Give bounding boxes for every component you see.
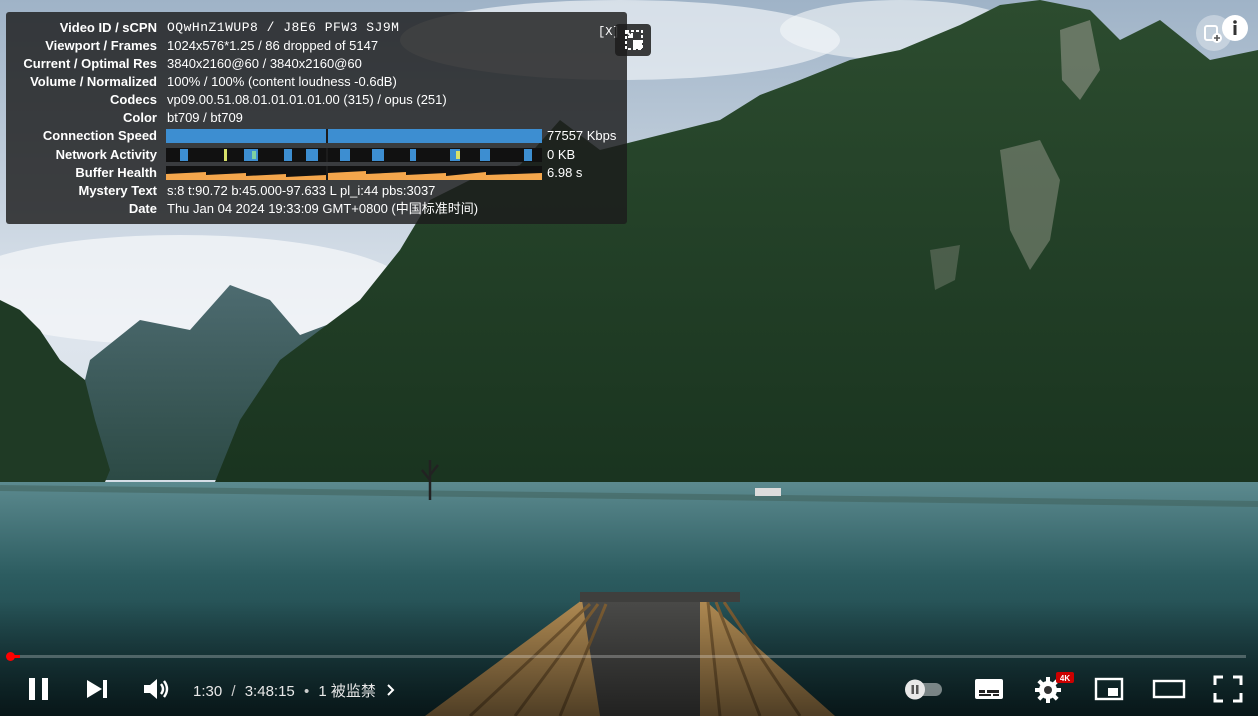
stats-value: OQwHnZ1WUP8 / J8E6 PFW3 SJ9M <box>167 20 400 35</box>
exit-fullscreen-stats-button[interactable] <box>615 24 651 56</box>
stats-label: Network Activity <box>55 147 157 162</box>
stats-row-color: Color bt709 / bt709 <box>6 109 627 127</box>
duration: 3:48:15 <box>244 683 295 700</box>
theater-mode-icon <box>1152 679 1186 699</box>
time-separator: / <box>231 683 236 700</box>
subtitles-button[interactable] <box>970 672 1008 706</box>
stats-label: Date <box>128 201 157 216</box>
mute-button[interactable] <box>138 672 172 706</box>
video-player[interactable]: [X] Video ID / sCPN OQwHnZ1WUP8 / J8E6 P… <box>0 0 1258 716</box>
fullscreen-button[interactable] <box>1210 672 1246 706</box>
settings-button[interactable]: 4K <box>1030 672 1074 706</box>
stats-value: 100% / 100% (content loudness -0.6dB) <box>167 74 397 89</box>
stats-row-video-id: Video ID / sCPN OQwHnZ1WUP8 / J8E6 PFW3 … <box>6 19 627 37</box>
stats-label: Color <box>123 110 157 125</box>
stats-row-mystery-text: Mystery Text s:8 t:90.72 b:45.000-97.633… <box>6 182 627 200</box>
chevron-right-icon[interactable] <box>386 683 396 697</box>
stats-label: Viewport / Frames <box>45 38 157 53</box>
stats-label: Mystery Text <box>78 183 157 198</box>
pause-icon <box>29 678 48 700</box>
chapter-title[interactable]: 1 被监禁 <box>318 683 376 700</box>
buffer-health-value: 6.98 s <box>547 165 583 180</box>
next-button[interactable] <box>80 672 114 706</box>
stats-row-resolution: Current / Optimal Res 3840x2160@60 / 384… <box>6 55 627 73</box>
chapter-bullet: • <box>303 683 310 700</box>
buffer-health-graph <box>166 166 542 180</box>
volume-icon <box>144 679 169 699</box>
info-icon[interactable] <box>1222 15 1248 41</box>
progress-bar[interactable] <box>12 655 1246 658</box>
stats-row-volume: Volume / Normalized 100% / 100% (content… <box>6 73 627 91</box>
stats-value: 1024x576*1.25 / 86 dropped of 5147 <box>167 38 379 53</box>
stats-row-codecs: Codecs vp09.00.51.08.01.01.01.01.00 (315… <box>6 91 627 109</box>
subtitles-icon <box>975 679 1003 699</box>
stats-row-network-activity: Network Activity 0 KB <box>6 146 627 164</box>
collapse-icon <box>625 30 643 50</box>
stats-label: Video ID / sCPN <box>59 20 157 35</box>
connection-speed-graph <box>166 129 542 143</box>
miniplayer-button[interactable] <box>1092 672 1126 706</box>
stats-row-viewport: Viewport / Frames 1024x576*1.25 / 86 dro… <box>6 37 627 55</box>
pause-button[interactable] <box>22 672 56 706</box>
autoplay-toggle-icon <box>905 679 942 700</box>
stats-label: Connection Speed <box>42 128 157 143</box>
connection-speed-value: 77557 Kbps <box>547 128 617 143</box>
stats-row-date: Date Thu Jan 04 2024 19:33:09 GMT+0800 (… <box>6 200 627 218</box>
stats-label: Buffer Health <box>75 165 157 180</box>
network-activity-graph <box>166 148 542 162</box>
miniplayer-icon <box>1094 677 1124 701</box>
autoplay-toggle[interactable] <box>900 672 948 706</box>
fullscreen-icon <box>1213 675 1243 703</box>
stats-label: Current / Optimal Res <box>23 56 157 71</box>
stats-value: bt709 / bt709 <box>167 110 243 125</box>
top-right-overlay <box>1195 14 1251 52</box>
stats-value: s:8 t:90.72 b:45.000-97.633 L pl_i:44 pb… <box>167 183 436 198</box>
scrubber-handle[interactable] <box>6 652 15 661</box>
stats-for-nerds-panel: [X] Video ID / sCPN OQwHnZ1WUP8 / J8E6 P… <box>6 12 627 224</box>
stats-label: Codecs <box>110 92 157 107</box>
stats-label: Volume / Normalized <box>30 74 157 89</box>
time-display: 1:30 / 3:48:15 • 1 被监禁 <box>193 680 396 701</box>
next-icon <box>87 680 107 698</box>
current-time: 1:30 <box>193 683 223 700</box>
stats-row-connection-speed: Connection Speed 77557 Kbps <box>6 127 627 145</box>
stats-value: vp09.00.51.08.01.01.01.01.00 (315) / opu… <box>167 92 447 107</box>
theater-mode-button[interactable] <box>1150 672 1188 706</box>
stats-row-buffer-health: Buffer Health 6.98 s <box>6 164 627 182</box>
quality-badge-text: 4K <box>1060 674 1070 683</box>
stats-value: Thu Jan 04 2024 19:33:09 GMT+0800 (中国标准时… <box>167 201 479 216</box>
network-activity-value: 0 KB <box>547 147 576 162</box>
stats-value: 3840x2160@60 / 3840x2160@60 <box>167 56 362 71</box>
